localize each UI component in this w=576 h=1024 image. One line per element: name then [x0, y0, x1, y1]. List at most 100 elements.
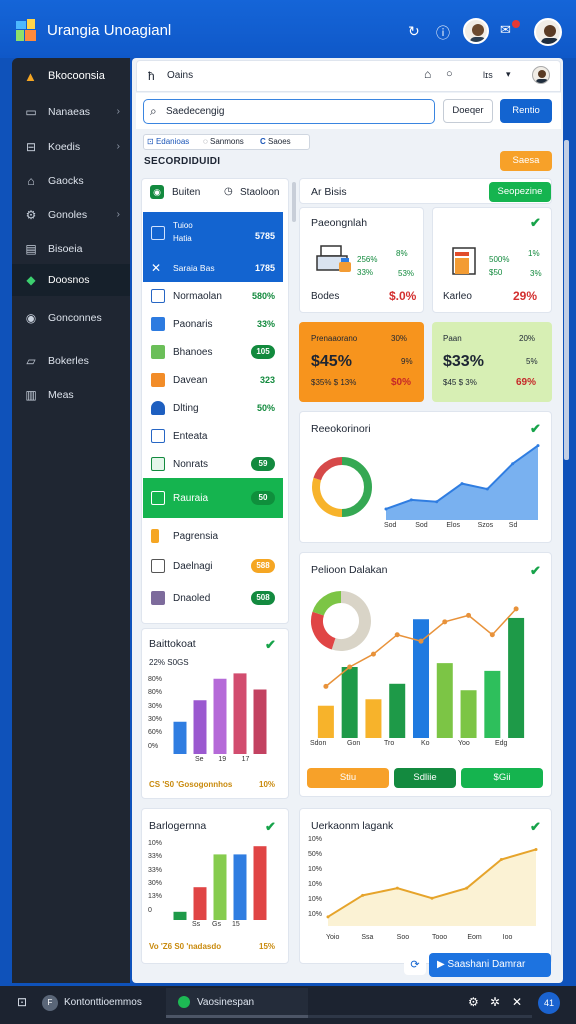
- axis-tick-label: 15: [232, 921, 240, 928]
- task-1[interactable]: Kontonttioemmos: [64, 997, 142, 1008]
- panel-header: [136, 60, 561, 92]
- chart-button-3[interactable]: $Gii: [461, 768, 543, 788]
- list-item[interactable]: Davean 323: [143, 366, 283, 394]
- combo-chart: [317, 606, 525, 738]
- settings-icon[interactable]: ⚙: [468, 995, 479, 1009]
- axis-tick-label: Ioo: [502, 934, 513, 941]
- stats-title: Ar Bisis: [311, 186, 347, 198]
- primary-button[interactable]: Rentio: [500, 99, 552, 123]
- chip-2[interactable]: ◌ Sanmons: [203, 137, 244, 146]
- menu-icon[interactable]: ħ: [148, 69, 155, 83]
- axis-tick-label: Sod: [384, 522, 397, 529]
- dashboard-icon: ◆: [26, 273, 36, 287]
- list-item[interactable]: Paonaris 33%: [143, 310, 283, 338]
- list-item[interactable]: ✕ Saraia Bas 1785: [143, 254, 283, 282]
- data-point: [460, 482, 464, 486]
- tools-icon: ✕: [151, 261, 162, 275]
- data-point: [361, 893, 365, 897]
- list-item-selected[interactable]: Rauraia 50: [143, 478, 283, 518]
- list-item[interactable]: Enteata: [143, 422, 283, 450]
- axis-tick-label: Elos: [446, 522, 461, 529]
- sidebar-item-2[interactable]: ⊟ Koedis ›: [12, 131, 130, 163]
- list-item[interactable]: Daelnagi 588: [143, 552, 283, 580]
- axis-tick-label: 10%: [308, 836, 323, 843]
- list-item[interactable]: Pagrensia: [143, 522, 283, 550]
- chevron-right-icon: ›: [116, 140, 121, 152]
- tab-buttons[interactable]: Buiten: [172, 187, 200, 198]
- printer-icon: [316, 245, 351, 272]
- data-point: [513, 606, 519, 612]
- fab-action-button[interactable]: ▶ Saashani Damrar: [429, 953, 551, 977]
- data-point: [370, 651, 376, 657]
- pie-slice: [341, 457, 372, 517]
- sidebar-item-7[interactable]: ◉ Gonconnes: [12, 302, 130, 334]
- axis-tick-label: Ss: [192, 921, 201, 928]
- sync-icon[interactable]: ⟳: [404, 955, 426, 975]
- data-point: [536, 444, 540, 448]
- chart-button-2[interactable]: Sdliie: [394, 768, 456, 788]
- axis-tick-label: 80%: [148, 689, 163, 697]
- chip-3[interactable]: C Saoes: [260, 137, 291, 146]
- sidebar-item-3[interactable]: ⌂ Gaocks: [12, 165, 130, 197]
- list-item[interactable]: Nonrats 59: [143, 450, 283, 478]
- header-avatar[interactable]: [532, 66, 550, 84]
- axis-tick-label: Ko: [421, 740, 430, 747]
- circle-icon[interactable]: ○: [446, 68, 453, 80]
- sidebar-item-6[interactable]: ◆ Doosnos: [12, 264, 130, 296]
- check-icon: ✔: [530, 563, 541, 578]
- bar: [233, 673, 247, 754]
- sidebar-item-5[interactable]: ▤ Bisoeia: [12, 233, 130, 265]
- sidebar-item-9[interactable]: ▥ Meas: [12, 379, 130, 411]
- page-scrollbar[interactable]: [564, 140, 569, 460]
- bar: [317, 705, 334, 738]
- axis-tick-label: 60%: [148, 729, 163, 737]
- lock-icon[interactable]: ⌂: [424, 67, 431, 81]
- axis-tick-label: Yoo: [458, 740, 470, 747]
- axis-tick-label: 80%: [148, 676, 163, 683]
- drive-icon: [151, 591, 165, 605]
- building-icon: ▥: [25, 388, 37, 402]
- tab-status[interactable]: Staoloon: [240, 187, 279, 198]
- list-item[interactable]: Normaolan 580%: [143, 282, 283, 310]
- window-icon[interactable]: ⊡: [17, 995, 27, 1009]
- chip-1[interactable]: ⊡ Edanioas: [147, 137, 189, 146]
- clock-icon: ◷: [224, 186, 233, 197]
- list-item[interactable]: Dlting 50%: [143, 394, 283, 422]
- list-scrollbar[interactable]: [292, 182, 296, 222]
- refresh-icon[interactable]: ↻: [408, 23, 420, 40]
- avatar[interactable]: [463, 18, 489, 44]
- check-icon: ✔: [530, 421, 541, 436]
- tools-icon[interactable]: ✲: [490, 995, 500, 1009]
- donut-chart: [312, 457, 372, 517]
- secondary-button[interactable]: Doeqer: [443, 99, 493, 123]
- filter-button[interactable]: Saesa: [500, 151, 552, 171]
- bar: [193, 700, 207, 754]
- stats-button[interactable]: Seopezine: [489, 182, 551, 202]
- window-icon: [151, 289, 165, 303]
- list-item[interactable]: Tuioo Hatia 5785: [143, 212, 283, 254]
- bar: [460, 690, 477, 738]
- chevron-right-icon: ›: [116, 105, 121, 117]
- chart-button-1[interactable]: Stiu: [307, 768, 389, 788]
- chip-icon: ◌: [203, 137, 210, 146]
- search-icon: ⌕: [150, 104, 157, 118]
- box-icon: ⌂: [27, 174, 35, 188]
- chevron-down-icon[interactable]: ▾: [506, 69, 511, 80]
- sidebar-item-4[interactable]: ⚙ Gonoles ›: [12, 199, 130, 231]
- data-point: [465, 886, 469, 890]
- help-icon[interactable]: ⓘ: [436, 23, 450, 43]
- list-item[interactable]: Dnaoled 508: [143, 584, 283, 612]
- user-avatar[interactable]: [534, 18, 562, 46]
- data-point: [511, 462, 515, 466]
- close-icon[interactable]: ✕: [512, 995, 522, 1009]
- header-nav-label: Oains: [167, 70, 194, 81]
- sidebar-item-8[interactable]: ▱ Bokerles: [12, 345, 130, 377]
- axis-tick-label: Eom: [467, 934, 482, 941]
- tray-badge[interactable]: 41: [538, 992, 560, 1014]
- zoom-value[interactable]: lɪs: [483, 70, 493, 80]
- sidebar-item-1[interactable]: ▭ Nanaeas ›: [12, 96, 130, 128]
- settings-icon: ⚙: [25, 208, 37, 222]
- axis-tick-label: 13%: [148, 893, 163, 901]
- bar: [436, 663, 453, 738]
- list-item[interactable]: Bhanoes 105: [143, 338, 283, 366]
